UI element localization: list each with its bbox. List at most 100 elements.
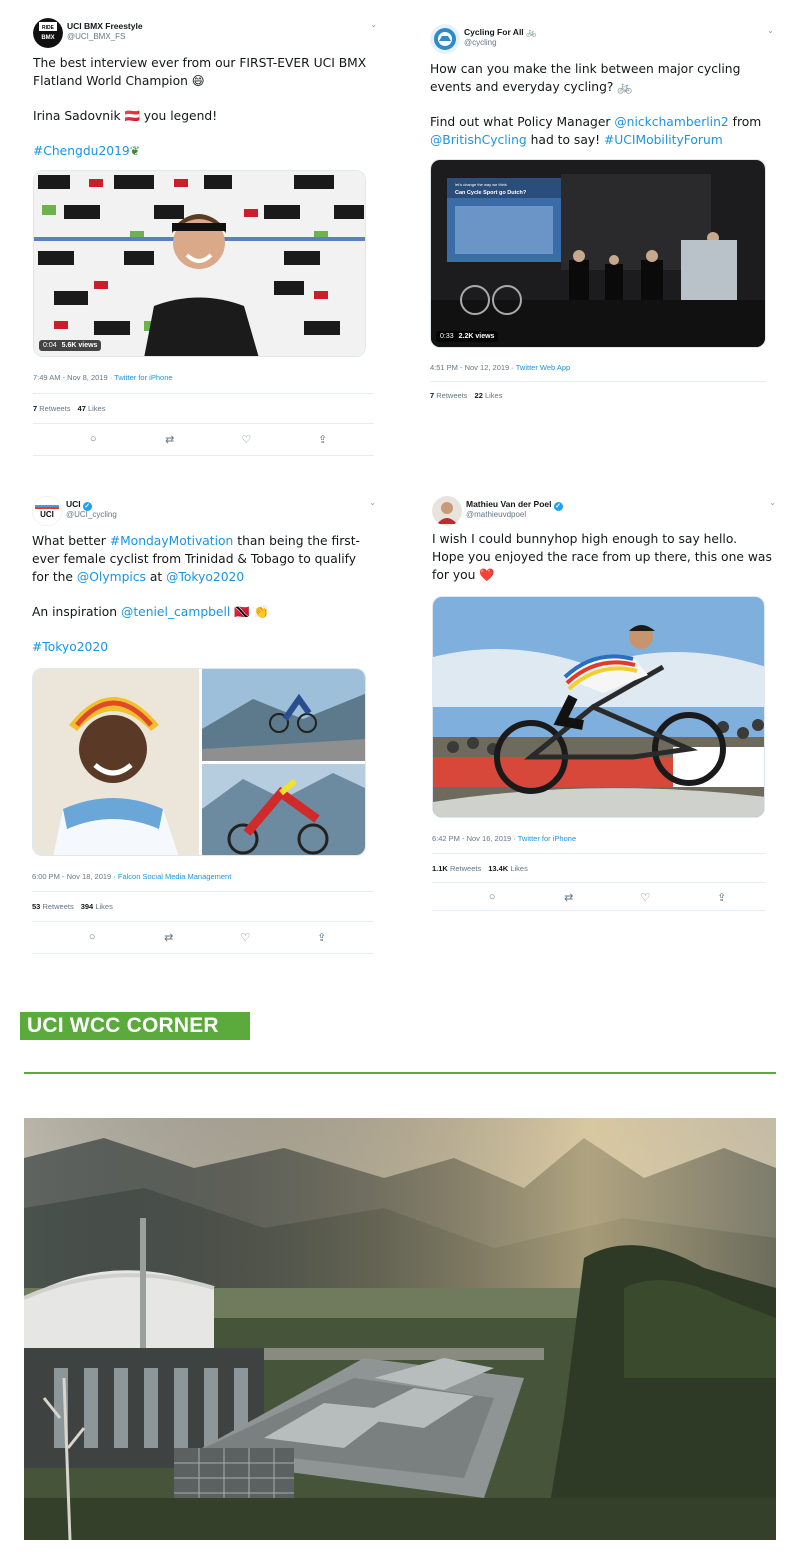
- divider: [432, 853, 765, 854]
- tweet-timestamp[interactable]: 7:49 AM - Nov 8, 2019 · Twitter for iPho…: [33, 373, 383, 382]
- retweet-icon[interactable]: ⇄: [559, 891, 579, 904]
- tweet-stats: 7 Retweets 22 Likes: [430, 391, 503, 400]
- verified-badge-icon: ✓: [553, 502, 563, 511]
- like-icon[interactable]: ♡: [235, 931, 255, 944]
- divider: [32, 953, 373, 954]
- divider: [32, 921, 373, 922]
- tweet-photo[interactable]: [432, 596, 765, 818]
- retweet-icon[interactable]: ⇄: [160, 433, 180, 446]
- chevron-down-icon[interactable]: ⌄: [769, 498, 776, 507]
- tweet-source[interactable]: Twitter Web App: [516, 363, 570, 372]
- mention-link[interactable]: @BritishCycling: [430, 133, 527, 147]
- tweet-timestamp[interactable]: 6:00 PM - Nov 18, 2019 · Falcon Social M…: [32, 872, 382, 881]
- user-handle[interactable]: @mathieuvdpoel: [466, 510, 526, 519]
- tweet-header: Mathieu Van der Poel ✓ @mathieuvdpoel ⌄: [432, 496, 782, 532]
- avatar[interactable]: [432, 496, 462, 526]
- tweet-paragraph: An inspiration @teniel_campbell 🇹🇹 👏: [32, 605, 269, 619]
- tweet-photo-grid[interactable]: [32, 668, 366, 856]
- slide-line-2: Can Cycle Sport go Dutch?: [455, 190, 527, 196]
- tweet-source[interactable]: Twitter for iPhone: [518, 834, 576, 843]
- photo-grid: [33, 669, 365, 855]
- svg-text:BMX: BMX: [41, 35, 54, 41]
- section-divider: [24, 1072, 776, 1074]
- divider: [33, 393, 374, 394]
- tweet-uci-bmx-freestyle: RIDE BMX UCI BMX Freestyle @UCI_BMX_FS ⌄…: [33, 18, 383, 456]
- tweet-paragraph: How can you make the link between major …: [430, 62, 741, 94]
- video-badge: 0:33 2.2K views: [436, 331, 499, 342]
- tweet-actions: ○ ⇄ ♡ ⇪: [33, 433, 383, 446]
- reply-icon[interactable]: ○: [82, 931, 102, 944]
- mention-link[interactable]: @Tokyo2020: [166, 570, 244, 584]
- tweet-timestamp[interactable]: 6:42 PM - Nov 16, 2019 · Twitter for iPh…: [432, 834, 782, 843]
- divider: [33, 455, 374, 456]
- share-icon[interactable]: ⇪: [312, 931, 332, 944]
- tweet-header: RIDE BMX UCI BMX Freestyle @UCI_BMX_FS ⌄: [33, 18, 383, 54]
- tweet-text: I wish I could bunnyhop high enough to s…: [432, 530, 772, 584]
- retweet-count[interactable]: 1.1K: [432, 864, 448, 873]
- race-photo: [433, 597, 764, 817]
- tweet-actions: ○ ⇄ ♡ ⇪: [32, 931, 382, 944]
- user-handle[interactable]: @UCI_BMX_FS: [67, 32, 125, 41]
- user-handle[interactable]: @cycling: [464, 38, 497, 47]
- slide-line-1: let's change the way we think: [455, 182, 507, 187]
- hashtag-link[interactable]: #Chengdu2019❦: [33, 142, 373, 160]
- mention-link[interactable]: @nickchamberlin2: [614, 115, 728, 129]
- tweet-header: Cycling For All 🚲 @cycling ⌄: [430, 24, 780, 60]
- avatar[interactable]: [430, 24, 460, 54]
- display-name[interactable]: Cycling For All 🚲: [464, 27, 537, 38]
- hashtag-link[interactable]: #MondayMotivation: [110, 534, 234, 548]
- avatar[interactable]: RIDE BMX: [33, 18, 63, 48]
- tweet-timestamp[interactable]: 4:51 PM - Nov 12, 2019 · Twitter Web App: [430, 363, 780, 372]
- tweet-mathieu-van-der-poel: Mathieu Van der Poel ✓ @mathieuvdpoel ⌄ I…: [432, 496, 782, 911]
- reply-icon[interactable]: ○: [83, 433, 103, 446]
- like-count[interactable]: 47: [78, 404, 86, 413]
- tweet-stats: 7 Retweets 47 Likes: [33, 404, 106, 413]
- tweet-stats: 1.1K Retweets 13.4K Likes: [432, 864, 528, 873]
- tweet-actions: ○ ⇄ ♡ ⇪: [432, 891, 782, 904]
- share-icon[interactable]: ⇪: [313, 433, 333, 446]
- tweet-uci: UCI UCI ✓ @UCI_cycling ⌄ What better #Mon…: [32, 496, 382, 954]
- emblem-icon: ❦: [129, 144, 141, 158]
- video-thumbnail: let's change the way we think Can Cycle …: [431, 160, 765, 347]
- display-name[interactable]: UCI BMX Freestyle: [67, 21, 143, 31]
- tweet-paragraph: Find out what Policy Manager @nickchambe…: [430, 115, 762, 147]
- divider: [33, 423, 374, 424]
- retweet-count[interactable]: 7: [33, 404, 37, 413]
- svg-text:RIDE: RIDE: [42, 25, 55, 31]
- tweet-video[interactable]: let's change the way we think Can Cycle …: [430, 159, 766, 348]
- like-icon[interactable]: ♡: [236, 433, 256, 446]
- like-count[interactable]: 394: [81, 902, 94, 911]
- wcc-campus-photo: [24, 1118, 776, 1540]
- mention-link[interactable]: @Olympics: [77, 570, 146, 584]
- hashtag-link[interactable]: #UCIMobilityForum: [604, 133, 723, 147]
- divider: [432, 882, 765, 883]
- mention-link[interactable]: @teniel_campbell: [121, 605, 230, 619]
- tweet-paragraph: What better #MondayMotivation than being…: [32, 534, 360, 584]
- retweet-count[interactable]: 53: [32, 902, 40, 911]
- user-handle[interactable]: @UCI_cycling: [66, 510, 117, 519]
- tweet-source[interactable]: Twitter for iPhone: [114, 373, 172, 382]
- tweet-paragraph: The best interview ever from our FIRST-E…: [33, 56, 367, 88]
- chevron-down-icon[interactable]: ⌄: [370, 20, 377, 29]
- retweet-count[interactable]: 7: [430, 391, 434, 400]
- avatar[interactable]: UCI: [32, 496, 62, 526]
- like-count[interactable]: 22: [475, 391, 483, 400]
- tweet-source[interactable]: Falcon Social Media Management: [118, 872, 231, 881]
- divider: [432, 910, 765, 911]
- like-count[interactable]: 13.4K: [488, 864, 508, 873]
- share-icon[interactable]: ⇪: [712, 891, 732, 904]
- like-icon[interactable]: ♡: [635, 891, 655, 904]
- tweet-text: The best interview ever from our FIRST-E…: [33, 54, 373, 160]
- section-title: UCI WCC CORNER: [20, 1012, 250, 1040]
- tweet-video[interactable]: 0:04 5.6K views: [33, 170, 366, 357]
- chevron-down-icon[interactable]: ⌄: [369, 498, 376, 507]
- video-thumbnail: [34, 171, 365, 356]
- retweet-icon[interactable]: ⇄: [159, 931, 179, 944]
- reply-icon[interactable]: ○: [482, 891, 502, 904]
- tweet-paragraph: I wish I could bunnyhop high enough to s…: [432, 532, 772, 582]
- chevron-down-icon[interactable]: ⌄: [767, 26, 774, 35]
- tweet-text: What better #MondayMotivation than being…: [32, 532, 362, 656]
- video-badge: 0:04 5.6K views: [39, 340, 102, 351]
- hashtag-link[interactable]: #Tokyo2020: [32, 638, 362, 656]
- svg-text:UCI: UCI: [40, 510, 54, 519]
